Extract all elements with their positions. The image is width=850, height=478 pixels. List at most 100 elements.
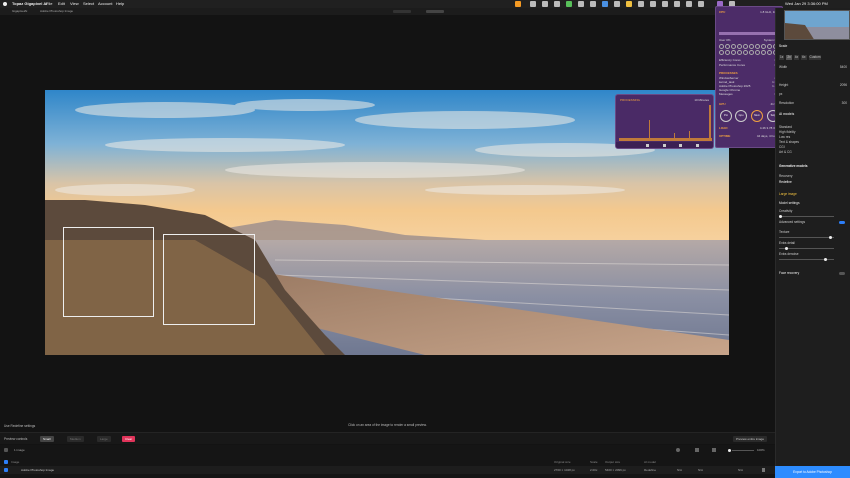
- denoise-slider[interactable]: [779, 258, 834, 261]
- core-dot: [743, 50, 748, 55]
- zoom-value[interactable]: 100%: [757, 446, 765, 454]
- split-view-icon[interactable]: [712, 448, 716, 452]
- notes-icon[interactable]: [626, 1, 632, 7]
- menu-help[interactable]: Help: [116, 0, 124, 8]
- model-art[interactable]: Art & CG: [779, 150, 847, 155]
- cloud-icon[interactable]: [530, 1, 536, 7]
- shield-icon[interactable]: [614, 1, 620, 7]
- menu-edit[interactable]: Edit: [58, 0, 65, 8]
- menubar-clock[interactable]: Wed Jan 29 3:36:00 PM: [785, 0, 828, 8]
- slider-knob[interactable]: [779, 215, 782, 218]
- large-image-warning: Large image: [779, 192, 797, 196]
- menu-view[interactable]: View: [70, 0, 79, 8]
- preview-hint: Click on an area of the image to render …: [348, 423, 427, 427]
- face-recovery-toggle[interactable]: [839, 272, 845, 275]
- scale-4x[interactable]: 4x: [793, 55, 800, 60]
- gauge-mem: Mem: [751, 110, 763, 122]
- slider-knob[interactable]: [824, 258, 827, 261]
- select-all-checkbox[interactable]: [4, 460, 8, 464]
- status-green-icon[interactable]: [566, 1, 572, 7]
- battery-icon[interactable]: [590, 1, 596, 7]
- memory-tab-icon[interactable]: [679, 144, 682, 147]
- topaz-status-icon[interactable]: [515, 1, 521, 7]
- cpu-tab-icon[interactable]: [646, 144, 649, 147]
- zoom-slider[interactable]: [732, 450, 754, 451]
- eye-icon[interactable]: [676, 448, 680, 452]
- clear-button[interactable]: Clear: [122, 436, 136, 442]
- app-name-menu[interactable]: Topaz Gigapixel AI: [12, 0, 47, 8]
- preview-large-button[interactable]: Large: [97, 436, 111, 442]
- performance-cores-label: Performance Cores: [719, 63, 746, 67]
- row-status: N/A: [738, 468, 744, 472]
- width-label: Width: [779, 65, 788, 69]
- slider-knob[interactable]: [785, 247, 788, 250]
- width-value[interactable]: 5400: [840, 65, 847, 70]
- mail-icon[interactable]: [638, 1, 644, 7]
- face-recovery-label: Face recovery: [779, 271, 800, 275]
- processing-title: PROCESSING: [620, 98, 641, 102]
- dropbox-icon[interactable]: [542, 1, 548, 7]
- slider-knob[interactable]: [829, 236, 832, 239]
- apple-icon[interactable]: [3, 2, 7, 6]
- efficiency-cores-label: Efficiency Cores: [719, 58, 741, 62]
- display-icon[interactable]: [650, 1, 656, 7]
- navigator-thumbnail[interactable]: [784, 10, 850, 40]
- height-value[interactable]: 2096: [840, 83, 847, 88]
- advanced-settings-label: Advanced settings: [779, 220, 806, 224]
- menu-select[interactable]: Select: [83, 0, 94, 8]
- row-original-size: 2700 × 1048 px: [554, 468, 575, 472]
- generative-models-heading: Generative models: [779, 164, 808, 168]
- row-output-size: 5400 × 2096 px: [605, 468, 626, 472]
- scale-1x[interactable]: 1x: [779, 55, 785, 60]
- preview-box-2[interactable]: [163, 234, 255, 325]
- core-dot: [731, 44, 736, 49]
- processes-title: PROCESSES: [719, 71, 738, 75]
- preview-entire-image-button[interactable]: Preview entire image: [733, 436, 768, 442]
- scale-2x[interactable]: 2x: [786, 55, 792, 60]
- core-dot: [767, 50, 772, 55]
- bluetooth-icon[interactable]: [662, 1, 668, 7]
- detail-slider[interactable]: [779, 247, 834, 250]
- zoom-out-icon[interactable]: [728, 448, 731, 452]
- volume-icon[interactable]: [686, 1, 692, 7]
- core-dot: [755, 50, 760, 55]
- menu-account[interactable]: Account: [98, 0, 112, 8]
- view-toggle-split[interactable]: [426, 10, 444, 13]
- unit-value[interactable]: px: [779, 92, 782, 96]
- search-icon[interactable]: [698, 1, 704, 7]
- row-checkbox[interactable]: [4, 468, 8, 472]
- export-button[interactable]: Export to Adobe Photoshop: [775, 466, 850, 478]
- scale-6x[interactable]: 6x: [801, 55, 807, 60]
- advanced-settings-toggle[interactable]: [839, 221, 845, 224]
- redefine-model[interactable]: Redefine: [779, 180, 847, 185]
- gpu-tab-icon[interactable]: [663, 144, 666, 147]
- document-name: Adobe Photoshop Image: [40, 9, 74, 13]
- trash-icon[interactable]: [762, 468, 765, 472]
- texture-slider[interactable]: [779, 236, 834, 239]
- core-dot: [737, 50, 742, 55]
- wifi-icon[interactable]: [674, 1, 680, 7]
- core-dot: [719, 44, 724, 49]
- scale-custom[interactable]: Custom: [808, 55, 822, 60]
- compare-icon[interactable]: [695, 448, 699, 452]
- row-face: N/A: [677, 468, 683, 472]
- core-dot: [761, 44, 766, 49]
- resolution-value[interactable]: 300: [842, 101, 847, 106]
- menu-file[interactable]: File: [46, 0, 52, 8]
- system-stats-panel: CPU1.8 GHz, 100° User 0% System 0% Effic…: [715, 6, 783, 148]
- grid-icon[interactable]: [554, 1, 560, 7]
- document-title-strip: GigapixelAI Adobe Photoshop Image: [0, 8, 775, 15]
- table-row[interactable]: Adobe Photoshop Image 2700 × 1048 px 2.0…: [0, 466, 775, 474]
- redefine-settings-link[interactable]: Use Redefine settings: [4, 424, 35, 428]
- preview-small-button[interactable]: Small: [40, 436, 54, 442]
- add-image-icon[interactable]: [4, 448, 8, 452]
- preview-box-1[interactable]: [63, 227, 154, 317]
- ai-models-heading: AI models: [779, 112, 795, 116]
- settings-tab-icon[interactable]: [696, 144, 699, 147]
- creativity-slider[interactable]: [779, 215, 834, 218]
- preview-medium-button[interactable]: Medium: [67, 436, 84, 442]
- app-blue-icon[interactable]: [602, 1, 608, 7]
- music-icon[interactable]: [578, 1, 584, 7]
- view-toggle-single[interactable]: [393, 10, 411, 13]
- processing-range: 10 Minutes: [694, 98, 709, 102]
